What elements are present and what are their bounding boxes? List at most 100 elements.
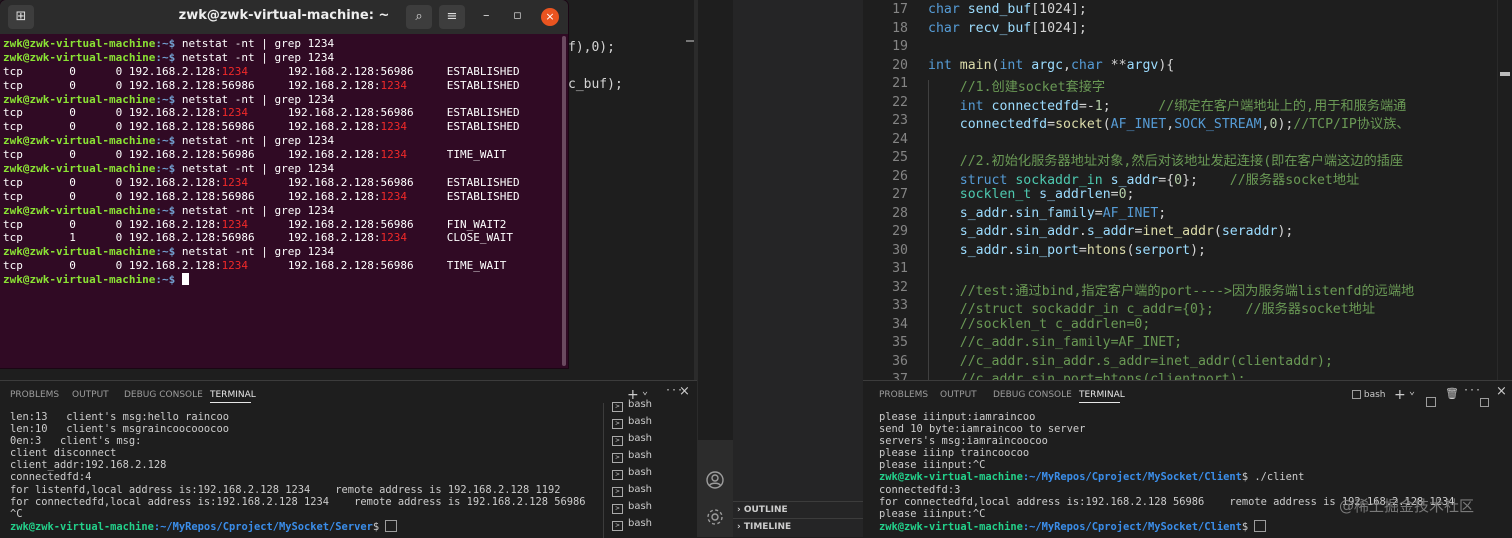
gear-icon[interactable] bbox=[705, 507, 725, 527]
code-token: s_addr bbox=[959, 224, 1008, 239]
scroll-thumb[interactable] bbox=[1500, 72, 1510, 76]
connection-state: TIME_WAIT bbox=[413, 259, 507, 273]
close-panel-icon[interactable]: × bbox=[679, 384, 690, 399]
terminal-output[interactable]: len:13 client's msg:hello raincoo len:10 … bbox=[10, 411, 586, 532]
maximize-icon[interactable]: ▫ bbox=[513, 8, 522, 23]
output-line: please iiinput:^C bbox=[879, 459, 986, 472]
code-token: inet_addr bbox=[1142, 224, 1214, 239]
tab-problems[interactable]: PROBLEMS bbox=[10, 390, 59, 400]
code-token: ** bbox=[1110, 57, 1127, 73]
terminal-session-item[interactable]: > bash bbox=[612, 484, 652, 497]
terminal-session-item[interactable]: > bash bbox=[612, 433, 652, 446]
row-proto: tcp 0 0 bbox=[3, 64, 129, 78]
line-number: 22 bbox=[892, 94, 908, 110]
code-line[interactable]: 32 //test:通过bind,指定客户端的port---->因为服务端lis… bbox=[863, 280, 1512, 299]
tab-output[interactable]: OUTPUT bbox=[72, 390, 109, 400]
timeline-section[interactable]: › TIMELINE bbox=[737, 522, 791, 532]
code-token: ); bbox=[1277, 117, 1294, 132]
terminal-output[interactable]: zwk@zwk-virtual-machine:~$ netstat -nt |… bbox=[3, 37, 559, 287]
line-number: 26 bbox=[892, 168, 908, 184]
split-terminal-icon[interactable] bbox=[1426, 390, 1436, 409]
minimize-icon[interactable]: – bbox=[483, 8, 490, 23]
code-line[interactable]: 20 int main(int argc,char **argv){ bbox=[863, 58, 1512, 77]
code-line[interactable]: 37 //c_addr.sin_port=htons(clientport); bbox=[863, 372, 1512, 380]
close-panel-icon[interactable]: × bbox=[1496, 384, 1507, 399]
scroll-indicator bbox=[686, 40, 694, 42]
code-token: = bbox=[1047, 117, 1056, 132]
terminal-window[interactable]: ⊞ zwk@zwk-virtual-machine: ~ ⌕ ≡ – ▫ × z… bbox=[0, 0, 568, 368]
prompt-user: zwk@zwk-virtual-machine bbox=[3, 162, 156, 176]
code-editor[interactable]: 17 char send_buf[1024]; 18 char recv_buf[10… bbox=[863, 0, 1512, 380]
foreign-address: 192.168.2.128:56986 bbox=[287, 64, 414, 78]
more-icon[interactable]: ··· bbox=[1463, 385, 1481, 396]
code-line[interactable]: 28 s_addr.sin_family=AF_INET; bbox=[863, 206, 1512, 225]
code-token: //TCP/IP协议族、 bbox=[1293, 117, 1410, 132]
code-line[interactable]: 25 //2.初始化服务器地址对象,然后对该地址发起连接(即在客户端这边的插座 bbox=[863, 150, 1512, 169]
code-token: ( bbox=[1102, 117, 1111, 132]
code-token: sockaddr_in bbox=[1015, 172, 1111, 188]
terminal-session-item[interactable]: > bash bbox=[612, 416, 652, 429]
code-text: //socklen_t c_addrlen=0; bbox=[928, 317, 1151, 332]
add-terminal-icon[interactable]: + bbox=[1394, 387, 1406, 403]
code-line[interactable]: 19 bbox=[863, 39, 1512, 58]
terminal-session-item[interactable]: > bash bbox=[612, 399, 652, 412]
connection-state: ESTABLISHED bbox=[413, 106, 520, 120]
code-line[interactable]: 35 //c_addr.sin_family=AF_INET; bbox=[863, 335, 1512, 354]
code-line[interactable]: 21 //1.创建socket套接字 bbox=[863, 76, 1512, 95]
close-icon[interactable]: × bbox=[541, 8, 559, 26]
terminal-titlebar[interactable]: ⊞ zwk@zwk-virtual-machine: ~ ⌕ ≡ – ▫ × bbox=[0, 0, 568, 34]
hamburger-menu-icon[interactable]: ≡ bbox=[439, 5, 465, 29]
account-icon[interactable] bbox=[705, 470, 725, 490]
code-text: connectedfd=socket(AF_INET,SOCK_STREAM,0… bbox=[928, 113, 1410, 132]
command-text: netstat -nt | grep 1234 bbox=[175, 162, 335, 176]
tab-terminal[interactable]: TERMINAL bbox=[210, 390, 256, 400]
maximize-panel-icon[interactable] bbox=[1480, 390, 1489, 409]
outline-section[interactable]: › OUTLINE bbox=[737, 505, 788, 515]
code-token: s_addr bbox=[1086, 224, 1135, 239]
code-token: sin_family bbox=[1015, 205, 1095, 221]
chevron-down-icon[interactable]: ⌄ bbox=[1409, 386, 1415, 397]
terminal-session-item[interactable]: > bash bbox=[612, 518, 652, 531]
code-line[interactable]: 33 //struct sockaddr_in c_addr={0}; //服务… bbox=[863, 298, 1512, 317]
code-line[interactable]: 17 char send_buf[1024]; bbox=[863, 2, 1512, 21]
terminal-session-item[interactable]: > bash bbox=[612, 501, 652, 514]
tab-terminal[interactable]: TERMINAL bbox=[1079, 390, 1125, 400]
trash-icon[interactable]: 🗑 bbox=[1445, 387, 1459, 400]
terminal-icon: > bbox=[612, 419, 623, 429]
terminal-line: zwk@zwk-virtual-machine:~$ netstat -nt |… bbox=[3, 37, 559, 51]
tab-problems[interactable]: PROBLEMS bbox=[879, 390, 928, 400]
tab-debug-console[interactable]: DEBUG CONSOLE bbox=[993, 390, 1072, 400]
command-text: netstat -nt | grep 1234 bbox=[175, 245, 335, 259]
code-line[interactable]: 24 bbox=[863, 132, 1512, 151]
code-line[interactable]: 36 //c_addr.sin_addr.s_addr=inet_addr(cl… bbox=[863, 354, 1512, 373]
code-line[interactable]: 29 s_addr.sin_addr.s_addr=inet_addr(sera… bbox=[863, 224, 1512, 243]
code-line[interactable]: 26 struct sockaddr_in s_addr={0}; //服务器s… bbox=[863, 169, 1512, 188]
line-number: 17 bbox=[892, 2, 908, 17]
search-icon[interactable]: ⌕ bbox=[406, 5, 432, 29]
chevron-down-icon[interactable]: ⌄ bbox=[642, 386, 648, 397]
cursor bbox=[181, 273, 189, 286]
line-number: 30 bbox=[892, 242, 908, 258]
terminal-scrollbar[interactable] bbox=[562, 36, 566, 366]
foreign-port: 1234 bbox=[380, 78, 408, 92]
local-address: 192.168.2.128: bbox=[128, 259, 222, 273]
local-address: 192.168.2.128: bbox=[128, 217, 222, 231]
code-line[interactable]: 23 connectedfd=socket(AF_INET,SOCK_STREA… bbox=[863, 113, 1512, 132]
editor-scrollbar[interactable] bbox=[1497, 0, 1512, 380]
tab-debug-console[interactable]: DEBUG CONSOLE bbox=[124, 390, 203, 400]
code-token: AF_INET bbox=[1102, 205, 1159, 221]
tab-output[interactable]: OUTPUT bbox=[940, 390, 977, 400]
code-line[interactable]: 30 s_addr.sin_port=htons(serport); bbox=[863, 243, 1512, 262]
code-line[interactable]: 31 bbox=[863, 261, 1512, 280]
watermark: @稀土掘金技术社区 bbox=[1339, 497, 1475, 515]
connection-state: ESTABLISHED bbox=[407, 78, 520, 92]
code-line[interactable]: 34 //socklen_t c_addrlen=0; bbox=[863, 317, 1512, 336]
code-line[interactable]: 18 char recv_buf[1024]; bbox=[863, 21, 1512, 40]
code-line[interactable]: 22 int connectedfd=-1; //绑定在客户端地址上的,用于和服… bbox=[863, 95, 1512, 114]
code-line[interactable]: 27 socklen_t s_addrlen=0; bbox=[863, 187, 1512, 206]
terminal-session-item[interactable]: > bash bbox=[612, 450, 652, 463]
shell-selector[interactable]: bash bbox=[1352, 390, 1386, 400]
terminal-session-item[interactable]: > bash bbox=[612, 467, 652, 480]
